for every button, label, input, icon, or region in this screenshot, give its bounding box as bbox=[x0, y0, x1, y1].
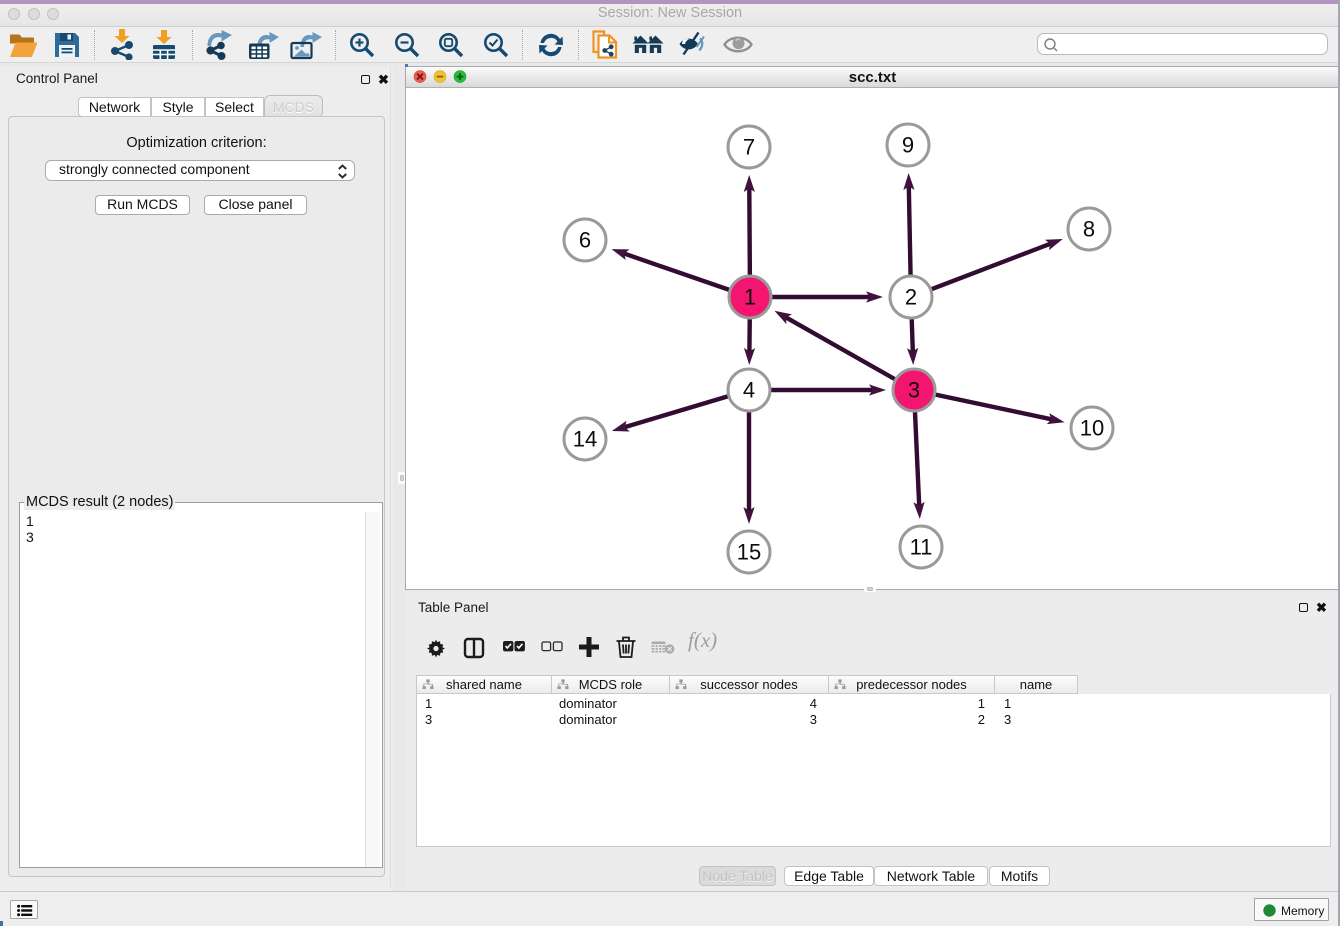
svg-text:2: 2 bbox=[905, 285, 917, 310]
svg-text:9: 9 bbox=[902, 133, 914, 158]
svg-text:10: 10 bbox=[1080, 416, 1104, 441]
svg-text:15: 15 bbox=[737, 540, 761, 565]
svg-text:14: 14 bbox=[573, 427, 597, 452]
svg-text:4: 4 bbox=[743, 378, 755, 403]
svg-text:6: 6 bbox=[579, 228, 591, 253]
svg-text:11: 11 bbox=[910, 535, 933, 560]
svg-text:8: 8 bbox=[1083, 217, 1095, 242]
svg-text:7: 7 bbox=[743, 135, 755, 160]
svg-text:3: 3 bbox=[908, 378, 920, 403]
svg-text:1: 1 bbox=[744, 285, 756, 310]
